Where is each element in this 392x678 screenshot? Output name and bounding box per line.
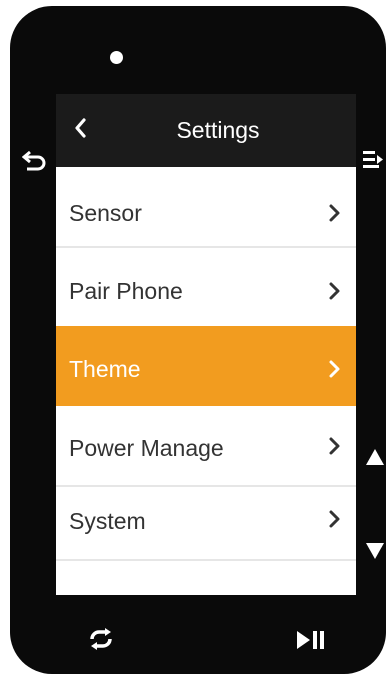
menu-item-theme[interactable]: Theme <box>56 326 356 406</box>
page-title: Settings <box>176 117 260 143</box>
menu-item-power-manage[interactable]: Power Manage <box>56 406 356 485</box>
settings-header: Settings <box>56 94 356 167</box>
chevron-right-icon <box>329 204 340 222</box>
status-led <box>110 51 123 64</box>
loop-icon[interactable] <box>88 628 114 650</box>
chevron-right-icon <box>329 437 340 455</box>
chevron-right-icon <box>329 282 340 300</box>
menu-item-system[interactable]: System <box>56 487 356 557</box>
arrow-down-icon[interactable] <box>365 542 385 560</box>
back-arrow-icon[interactable] <box>22 150 48 172</box>
menu-item-label: Pair Phone <box>69 278 183 304</box>
menu-item-label: Sensor <box>69 200 142 226</box>
chevron-right-icon <box>329 360 340 378</box>
arrow-up-icon[interactable] <box>365 448 385 466</box>
chevron-right-icon <box>329 510 340 528</box>
menu-item-pair-phone[interactable]: Pair Phone <box>56 248 356 326</box>
menu-item-label: Theme <box>69 356 141 382</box>
menu-item-label: System <box>69 508 146 534</box>
menu-item-sensor[interactable]: Sensor <box>56 167 356 246</box>
bike-computer-device: Settings Sensor Pair Phone Theme Power M… <box>10 6 386 674</box>
menu-enter-icon[interactable] <box>362 148 386 172</box>
play-pause-icon[interactable] <box>296 630 326 650</box>
device-screen: Settings Sensor Pair Phone Theme Power M… <box>56 94 356 595</box>
divider <box>56 559 356 561</box>
menu-item-label: Power Manage <box>69 435 224 461</box>
